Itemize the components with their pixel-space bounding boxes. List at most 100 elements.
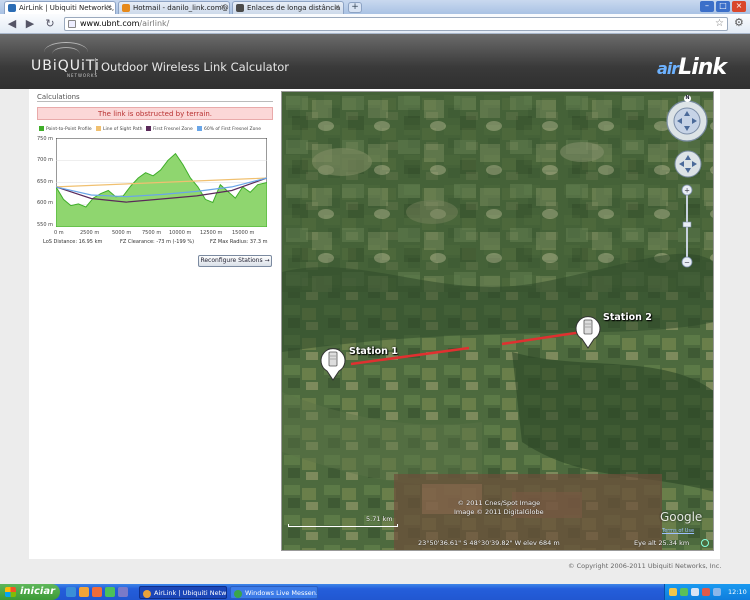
legend-swatch — [197, 126, 202, 131]
y-tick-label: 600 m — [37, 200, 54, 206]
google-logo[interactable]: Google — [660, 510, 702, 524]
legend-label: Point-to-Point Profile — [46, 127, 92, 132]
legend-label: First Fresnel Zone — [153, 127, 193, 132]
hotmail-favicon-icon — [122, 4, 130, 12]
fz-clearance-value: -73 m (-199 %) — [156, 239, 195, 245]
imagery-credit-line: © 2011 Cnes/Spot Image — [457, 499, 541, 507]
obstruction-alert: The link is obstructed by terrain. — [37, 107, 273, 120]
legend-item-fresnel: First Fresnel Zone — [146, 126, 193, 132]
legend-label: 60% of First Fresnel Zone — [204, 127, 261, 132]
close-window-button[interactable]: × — [732, 1, 746, 12]
airlink-brand-prefix: air — [657, 59, 679, 78]
forward-button[interactable]: ▶ — [24, 18, 36, 30]
quicklaunch-desktop-icon[interactable] — [118, 587, 128, 597]
eye-altitude: Eye alt 25.34 km — [634, 539, 690, 547]
tray-network-icon[interactable] — [680, 588, 688, 596]
quicklaunch-media-icon[interactable] — [92, 587, 102, 597]
x-tick-label: 12500 m — [200, 230, 223, 236]
messenger-icon — [234, 590, 242, 598]
minimize-button[interactable]: – — [700, 1, 714, 12]
los-distance-value: 16.95 km — [78, 239, 103, 245]
legend-item-profile: Point-to-Point Profile — [39, 126, 92, 132]
calculations-heading: Calculations — [37, 93, 80, 101]
cursor-coordinates: 23°50'36.61" S 48°30'39.82" W elev 684 m — [418, 539, 560, 547]
ubiquiti-logo[interactable]: UBiQUiTi — [31, 58, 100, 74]
scale-bar — [288, 524, 398, 527]
terms-of-use-link[interactable]: Terms of Use — [662, 528, 694, 534]
fz-max-radius-label: FZ Max Radius: — [210, 239, 249, 245]
chart-legend: Point-to-Point Profile Line of Sight Pat… — [37, 125, 273, 134]
chrome-icon — [143, 590, 151, 598]
logo-subtitle: NETWORKS — [67, 73, 99, 78]
reload-button[interactable]: ↻ — [44, 18, 56, 30]
close-tab-icon[interactable]: × — [220, 3, 226, 11]
close-tab-icon[interactable]: × — [334, 3, 340, 11]
compass-north-indicator[interactable]: N — [684, 95, 691, 102]
new-tab-button[interactable]: + — [348, 2, 362, 13]
taskbar-item-label: AirLink | Ubiquiti Netw... — [154, 589, 227, 597]
quicklaunch-ie-icon[interactable] — [66, 587, 76, 597]
tray-notify-icon[interactable] — [669, 588, 677, 596]
fz-clearance-label: FZ Clearance: — [120, 239, 155, 245]
tray-volume-icon[interactable] — [691, 588, 699, 596]
reconfigure-stations-button[interactable]: Reconfigure Stations → — [198, 255, 272, 267]
quicklaunch-messenger-icon[interactable] — [105, 587, 115, 597]
tab-hotmail[interactable]: Hotmail - danilo_link.com@... × — [118, 1, 230, 14]
legend-swatch — [96, 126, 101, 131]
clock: 12:10 — [728, 588, 747, 596]
los-distance-label: LoS Distance: — [43, 239, 78, 245]
legend-label: Line of Sight Path — [103, 127, 143, 132]
scale-label: 5.71 km — [366, 515, 393, 523]
browser-toolbar: ◀ ▶ ↻ www.ubnt.com/airlink/ ☆ — [0, 14, 750, 34]
x-tick-label: 0 m — [54, 230, 64, 236]
streaming-status-icon — [701, 539, 709, 547]
taskbar-item-airlink[interactable]: AirLink | Ubiquiti Netw... — [139, 586, 227, 599]
station-1-label: Station 1 — [349, 346, 398, 357]
y-tick-label: 550 m — [37, 222, 54, 228]
footer-copyright: © Copyright 2006-2011 Ubiquiti Networks,… — [568, 562, 722, 570]
airlink-brand: airLink — [657, 55, 727, 80]
taskbar-item-messenger[interactable]: Windows Live Messen... — [230, 586, 318, 599]
legend-item-los: Line of Sight Path — [96, 126, 142, 132]
tray-security-icon[interactable] — [702, 588, 710, 596]
x-tick-label: 15000 m — [232, 230, 255, 236]
legend-swatch — [146, 126, 151, 131]
station-2-marker-icon[interactable] — [574, 315, 602, 349]
x-tick-label: 10000 m — [169, 230, 192, 236]
wrench-icon[interactable]: ⚙ — [734, 16, 744, 29]
airlink-brand-main: Link — [678, 55, 727, 80]
address-bar[interactable]: www.ubnt.com/airlink/ ☆ — [64, 17, 728, 31]
imagery-credit-line: Image © 2011 DigitalGlobe — [454, 508, 544, 516]
fz-max-radius-value: 37.3 m — [249, 239, 268, 245]
los-distance: LoS Distance: 16.95 km — [43, 239, 102, 245]
y-tick-label: 650 m — [37, 179, 54, 185]
windows-flag-icon — [5, 587, 16, 597]
ubiquiti-favicon-icon — [8, 4, 16, 12]
station-1-marker-icon[interactable] — [319, 347, 347, 381]
y-tick-label: 750 m — [37, 136, 54, 142]
zoom-slider[interactable]: + − — [680, 184, 694, 268]
terrain-profile-chart — [56, 138, 267, 227]
look-control-icon[interactable] — [673, 149, 703, 179]
tab-hotmail-title: Hotmail - danilo_link.com@... — [133, 4, 230, 12]
y-tick-label: 700 m — [37, 157, 54, 163]
start-label: iniciar — [20, 586, 56, 597]
tab-airlink[interactable]: AirLink | Ubiquiti Networks, ... × — [4, 1, 116, 14]
start-button[interactable]: iniciar — [0, 584, 60, 600]
url-host: www.ubnt.com — [80, 19, 140, 28]
url-path: /airlink/ — [139, 19, 170, 28]
legend-item-fresnel60: 60% of First Fresnel Zone — [197, 126, 261, 132]
maximize-button[interactable]: □ — [716, 1, 730, 12]
page-icon — [68, 20, 76, 28]
tab-enlaces[interactable]: Enlaces de longa distância ... × — [232, 1, 344, 14]
close-tab-icon[interactable]: × — [106, 3, 112, 11]
satellite-map[interactable]: Station 1 Station 2 N + − 5.71 km © 2011… — [281, 91, 714, 551]
quicklaunch-folder-icon[interactable] — [79, 587, 89, 597]
compass-navigation-icon[interactable] — [665, 99, 709, 143]
legend-swatch — [39, 126, 44, 131]
tray-update-icon[interactable] — [713, 588, 721, 596]
tab-airlink-title: AirLink | Ubiquiti Networks, ... — [19, 4, 116, 12]
bookmark-star-icon[interactable]: ☆ — [715, 18, 724, 29]
page-title: Outdoor Wireless Link Calculator — [101, 60, 289, 74]
back-button[interactable]: ◀ — [6, 18, 18, 30]
